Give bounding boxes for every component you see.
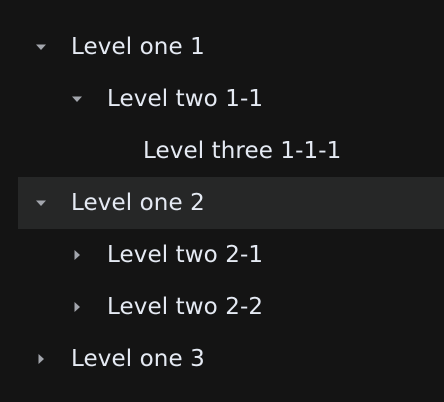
- tree-node-level-two-1-1[interactable]: Level two 1-1: [18, 73, 444, 125]
- tree-node-level-one-2[interactable]: Level one 2: [18, 177, 444, 229]
- tree-node-label: Level one 3: [71, 345, 205, 372]
- caret-right-icon[interactable]: [71, 249, 83, 261]
- tree-node-label: Level two 2-2: [107, 293, 264, 320]
- caret-down-icon[interactable]: [35, 197, 47, 209]
- tree-node-level-one-1[interactable]: Level one 1: [18, 21, 444, 73]
- caret-right-icon[interactable]: [35, 353, 47, 365]
- tree-node-level-two-2-1[interactable]: Level two 2-1: [18, 229, 444, 281]
- tree-node-level-two-2-2[interactable]: Level two 2-2: [18, 281, 444, 333]
- caret-down-icon[interactable]: [35, 41, 47, 53]
- caret-right-icon[interactable]: [71, 301, 83, 313]
- tree-node-label: Level three 1-1-1: [143, 137, 342, 164]
- tree-node-level-three-1-1-1[interactable]: Level three 1-1-1: [18, 125, 444, 177]
- caret-down-icon[interactable]: [71, 93, 83, 105]
- tree-node-label: Level one 1: [71, 33, 205, 60]
- tree-node-label: Level one 2: [71, 189, 205, 216]
- tree-node-label: Level two 2-1: [107, 241, 264, 268]
- leaf-spacer: [107, 145, 119, 157]
- tree-node-level-one-3[interactable]: Level one 3: [18, 333, 444, 385]
- tree-node-label: Level two 1-1: [107, 85, 264, 112]
- tree: Level one 1 Level two 1-1 Level three 1-…: [18, 21, 444, 385]
